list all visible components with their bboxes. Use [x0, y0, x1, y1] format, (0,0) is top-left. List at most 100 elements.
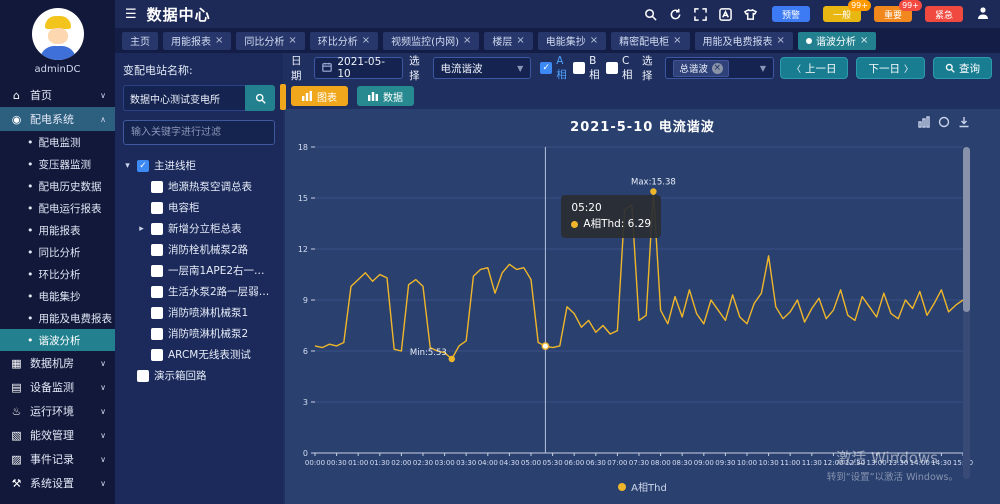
sidebar-subitem-环比分析[interactable]: •环比分析 [0, 263, 115, 285]
tree-node-一层南1APE2右一层北1APE1左[interactable]: 一层南1APE2右一层北1APE1左 [123, 260, 275, 281]
harmonic-type-select[interactable]: 电流谐波 ▼ [433, 57, 532, 79]
sidebar-subitem-用能报表[interactable]: •用能报表 [0, 219, 115, 241]
next-day-button[interactable]: 下一日 〉 [856, 57, 925, 79]
alert-button-紧急[interactable]: 紧急 [925, 6, 963, 22]
bar-chart-icon[interactable] [918, 116, 930, 128]
restore-icon[interactable] [938, 116, 950, 128]
tree-node-地源热泵空调总表[interactable]: 地源热泵空调总表 [123, 176, 275, 197]
user-icon[interactable] [976, 5, 990, 24]
checkbox-icon[interactable] [151, 286, 163, 298]
tree-node-ARCM无线表测试[interactable]: ARCM无线表测试 [123, 344, 275, 365]
sidebar-subitem-同比分析[interactable]: •同比分析 [0, 241, 115, 263]
phase-checkbox-C相[interactable]: C相 [606, 55, 633, 82]
prev-day-button[interactable]: 〈 上一日 [780, 57, 849, 79]
tree-node-电容柜[interactable]: 电容柜 [123, 197, 275, 218]
tree-node-消防喷淋机械泵2[interactable]: 消防喷淋机械泵2 [123, 323, 275, 344]
checkbox-icon[interactable]: ✓ [540, 62, 552, 74]
tree-node-演示箱回路[interactable]: 演示箱回路 [123, 365, 275, 386]
fullscreen-icon[interactable] [694, 7, 708, 21]
data-view-button[interactable]: 数据 [357, 86, 414, 106]
station-input[interactable] [123, 85, 245, 111]
download-icon[interactable] [958, 116, 970, 128]
chart-scrollbar[interactable] [963, 147, 970, 479]
tab-label: 精密配电柜 [619, 33, 669, 48]
tab-视频监控(内网)[interactable]: 视频监控(内网)× [383, 32, 479, 50]
tab-close-icon[interactable]: × [362, 35, 370, 46]
tab-主页[interactable]: 主页 [122, 32, 158, 50]
tree-caret-icon[interactable]: ▾ [123, 161, 132, 171]
tab-精密配电柜[interactable]: 精密配电柜 × [611, 32, 689, 50]
checkbox-icon[interactable] [151, 349, 163, 361]
alert-button-重要[interactable]: 重要99+ [874, 6, 912, 22]
sidebar-item-设备监测[interactable]: ▤设备监测∨ [0, 375, 115, 399]
tab-close-icon[interactable]: × [516, 35, 524, 46]
sidebar-item-配电系统[interactable]: ◉配电系统∧ [0, 107, 115, 131]
checkbox-icon[interactable] [137, 370, 149, 382]
sidebar-item-能效管理[interactable]: ▧能效管理∨ [0, 423, 115, 447]
tag-remove-icon[interactable]: × [712, 63, 723, 74]
phase-checkbox-A相[interactable]: ✓A相 [540, 55, 567, 82]
tree-node-生活水泵2路一层弱电房[interactable]: 生活水泵2路一层弱电房 [123, 281, 275, 302]
checkbox-icon[interactable] [151, 202, 163, 214]
alert-button-一般[interactable]: 一般99+ [823, 6, 861, 22]
tree-node-新增分立柜总表[interactable]: ▸新增分立柜总表 [123, 218, 275, 239]
tab-close-icon[interactable]: × [777, 35, 785, 46]
checkbox-icon[interactable]: ✓ [137, 160, 149, 172]
checkbox-icon[interactable] [573, 62, 585, 74]
tree-filter-input[interactable] [123, 120, 275, 145]
refresh-icon[interactable] [669, 7, 683, 21]
tree-caret-icon[interactable]: ▸ [137, 224, 146, 234]
tab-楼层[interactable]: 楼层× [484, 32, 532, 50]
tab-close-icon[interactable]: × [673, 35, 681, 46]
sidebar-item-数据机房[interactable]: ▦数据机房∨ [0, 351, 115, 375]
tab-环比分析[interactable]: 环比分析× [310, 32, 378, 50]
panel-collapse-handle[interactable] [280, 84, 286, 110]
tab-close-icon[interactable]: × [463, 35, 471, 46]
line-chart[interactable]: 036912151800:0000:3001:0001:3002:0002:30… [287, 133, 993, 481]
tree-node-label: 生活水泵2路一层弱电房 [168, 284, 275, 299]
tab-close-icon[interactable]: × [215, 35, 223, 46]
tab-同比分析[interactable]: 同比分析× [236, 32, 304, 50]
tree-node-消防栓机械泵2路[interactable]: 消防栓机械泵2路 [123, 239, 275, 260]
tab-close-icon[interactable]: × [860, 35, 868, 46]
tab-用能报表[interactable]: 用能报表× [163, 32, 231, 50]
tab-谐波分析[interactable]: 谐波分析× [798, 32, 876, 50]
font-size-icon[interactable] [719, 7, 733, 21]
sidebar-subitem-用能及电费报表[interactable]: •用能及电费报表 [0, 307, 115, 329]
sidebar-subitem-变压器监测[interactable]: •变压器监测 [0, 153, 115, 175]
sidebar-subitem-配电历史数据[interactable]: •配电历史数据 [0, 175, 115, 197]
tab-close-icon[interactable]: × [590, 35, 598, 46]
sidebar-subitem-配电运行报表[interactable]: •配电运行报表 [0, 197, 115, 219]
scrollbar-thumb[interactable] [963, 147, 970, 312]
checkbox-icon[interactable] [151, 307, 163, 319]
checkbox-icon[interactable] [151, 328, 163, 340]
sidebar-item-首页[interactable]: ⌂首页∨ [0, 83, 115, 107]
checkbox-icon[interactable] [151, 223, 163, 235]
checkbox-icon[interactable] [606, 62, 618, 74]
chart-view-button[interactable]: 图表 [291, 86, 348, 106]
sidebar-subitem-谐波分析[interactable]: •谐波分析 [0, 329, 115, 351]
tree-node-消防喷淋机械泵1[interactable]: 消防喷淋机械泵1 [123, 302, 275, 323]
sidebar-subitem-label: 谐波分析 [39, 333, 81, 348]
station-search-button[interactable] [245, 85, 275, 111]
checkbox-icon[interactable] [151, 244, 163, 256]
query-button[interactable]: 查询 [933, 57, 992, 79]
tree-node-主进线柜[interactable]: ▾✓主进线柜 [123, 155, 275, 176]
phase-checkbox-B相[interactable]: B相 [573, 55, 600, 82]
harmonic-order-select[interactable]: 总谐波 × ▼ [665, 57, 774, 79]
sidebar-subitem-电能集抄[interactable]: •电能集抄 [0, 285, 115, 307]
sidebar-item-事件记录[interactable]: ▨事件记录∨ [0, 447, 115, 471]
theme-icon[interactable] [744, 7, 758, 21]
hamburger-icon[interactable]: ☰ [125, 7, 137, 22]
alert-button-预警[interactable]: 预警 [772, 6, 810, 22]
search-icon[interactable] [644, 7, 658, 21]
sidebar-subitem-配电监测[interactable]: •配电监测 [0, 131, 115, 153]
sidebar-item-系统设置[interactable]: ⚒系统设置∨ [0, 471, 115, 495]
checkbox-icon[interactable] [151, 265, 163, 277]
checkbox-icon[interactable] [151, 181, 163, 193]
date-picker[interactable]: 2021-05-10 [314, 57, 403, 79]
tab-电能集抄[interactable]: 电能集抄× [538, 32, 606, 50]
tab-用能及电费报表[interactable]: 用能及电费报表× [695, 32, 793, 50]
sidebar-item-运行环境[interactable]: ♨运行环境∨ [0, 399, 115, 423]
tab-close-icon[interactable]: × [288, 35, 296, 46]
